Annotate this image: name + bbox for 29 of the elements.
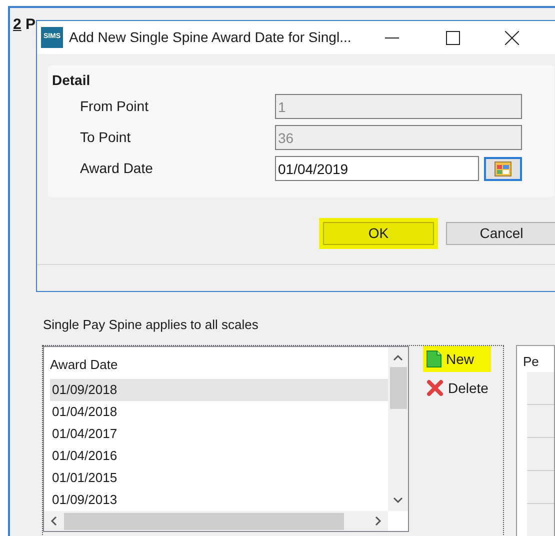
new-button[interactable]: New <box>423 346 492 372</box>
grid-cell <box>526 405 554 438</box>
cross-icon <box>426 379 444 397</box>
document-icon <box>426 350 442 368</box>
date-field[interactable]: 01/04/2019 <box>275 156 479 181</box>
grid-cell <box>526 438 554 471</box>
grid-cell <box>526 372 554 405</box>
field-label: From Point <box>79 97 150 116</box>
grid-cell <box>526 504 554 536</box>
delete-button[interactable]: Delete <box>423 375 492 401</box>
column-header: Pe <box>522 353 540 371</box>
field-label: To Point <box>79 128 132 147</box>
scrollbar-thumb[interactable] <box>64 512 344 530</box>
calendar-button[interactable] <box>484 156 522 180</box>
column-header: Award Date <box>50 356 119 374</box>
close-icon[interactable] <box>505 30 520 44</box>
horizontal-scrollbar[interactable] <box>44 511 388 531</box>
cancel-button[interactable]: Cancel <box>446 222 555 245</box>
window-title: Add New Single Spine Award Date for Singl... <box>69 28 352 47</box>
group-title: Detail <box>52 71 92 90</box>
field-label: Award Date <box>79 159 154 178</box>
window-title: 2 P <box>13 16 36 33</box>
vertical-scrollbar[interactable] <box>388 347 408 511</box>
maximize-icon[interactable] <box>446 30 460 44</box>
grid-cell <box>526 471 554 504</box>
scrollbar-thumb[interactable] <box>390 367 406 409</box>
caption-text: Single Pay Spine applies to all scales <box>43 317 258 332</box>
calendar-icon <box>494 160 512 176</box>
list-row[interactable]: 01/09/2018 <box>50 379 388 401</box>
